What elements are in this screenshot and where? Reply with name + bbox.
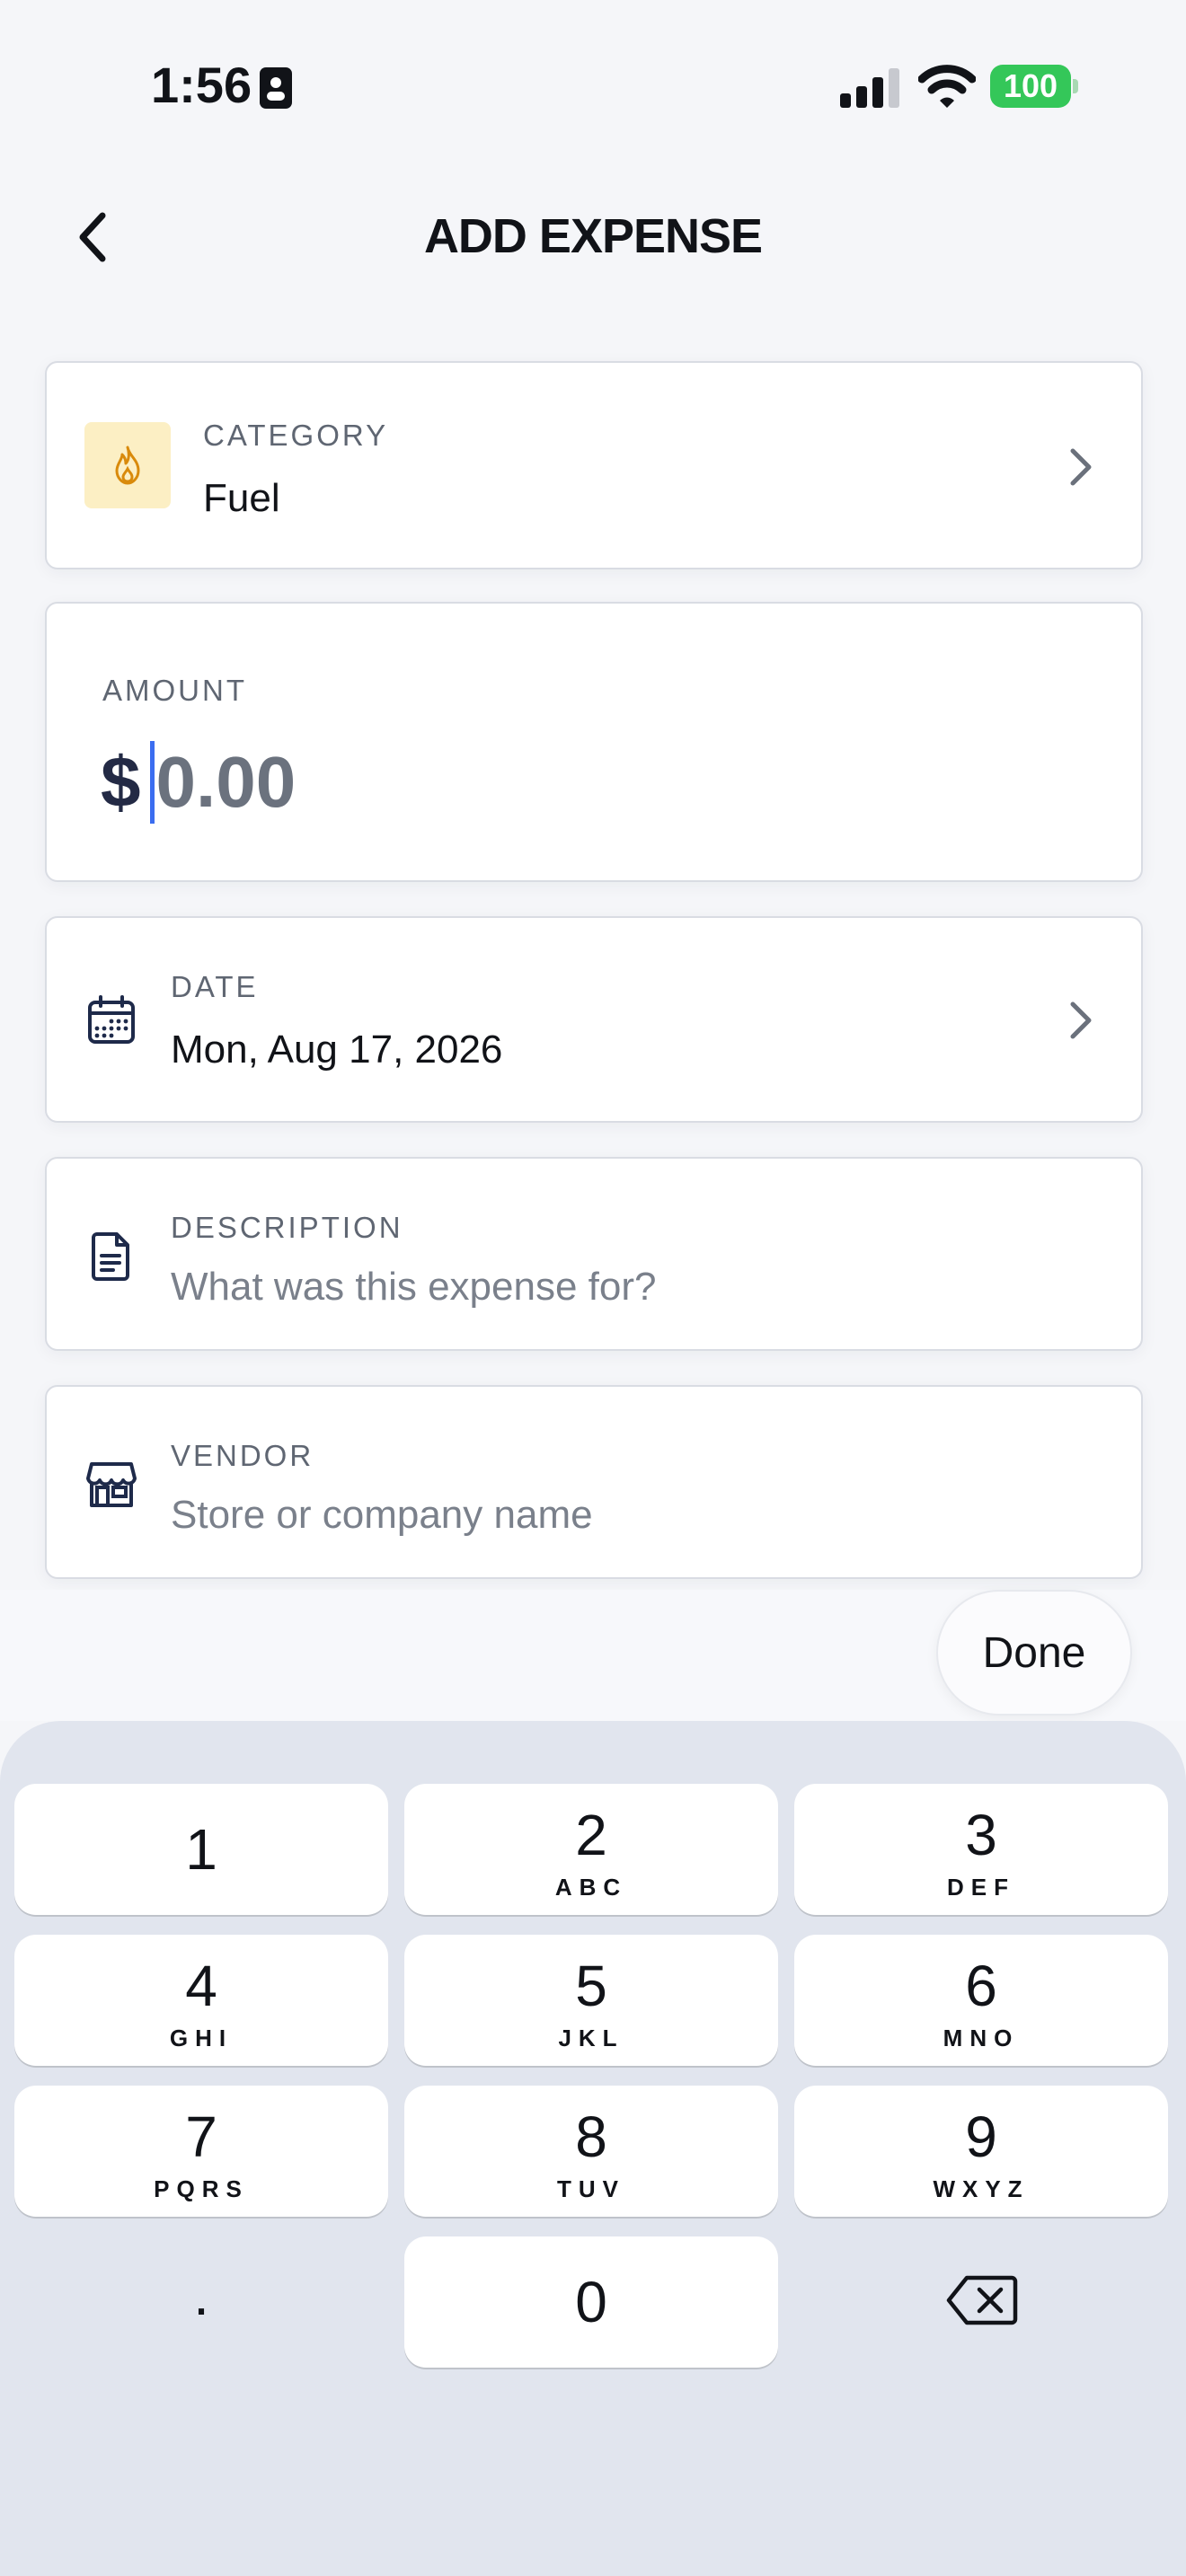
key-5[interactable]: 5 JKL [404, 1935, 778, 2066]
battery-icon: 100 [990, 65, 1078, 108]
currency-symbol: $ [101, 742, 141, 822]
vendor-input[interactable]: Store or company name [171, 1493, 593, 1538]
amount-input[interactable]: $ 0.00 [101, 733, 296, 832]
numeric-keypad: 1 2 ABC 3 DEF 4 GHI 5 JKL 6 MNO 7 PQRS 8… [0, 1721, 1186, 2576]
key-letters: JKL [558, 2025, 624, 2051]
key-letters: ABC [554, 1874, 628, 1901]
key-7[interactable]: 7 PQRS [14, 2086, 388, 2217]
cellular-signal-icon [840, 68, 899, 108]
battery-level: 100 [990, 65, 1071, 108]
key-8[interactable]: 8 TUV [404, 2086, 778, 2217]
key-3[interactable]: 3 DEF [794, 1784, 1168, 1915]
wifi-icon [918, 65, 976, 108]
key-9[interactable]: 9 WXYZ [794, 2086, 1168, 2217]
date-selector[interactable]: DATE Mon, Aug 17, 2026 [45, 916, 1143, 1123]
chevron-right-icon [1070, 1001, 1092, 1039]
flame-icon [115, 446, 140, 485]
category-icon-badge [84, 422, 171, 508]
key-digit: 8 [575, 2104, 607, 2169]
storefront-icon [86, 1462, 137, 1507]
status-bar: 1:56 100 [0, 0, 1186, 171]
screen: 1:56 100 ADD EXPENSE CATEGORY Fuel AMOUN… [0, 0, 1186, 2576]
key-digit: 6 [965, 1954, 997, 2018]
page-title: ADD EXPENSE [423, 209, 763, 263]
vendor-label: VENDOR [171, 1439, 314, 1472]
key-letters: PQRS [154, 2175, 249, 2202]
key-letters: DEF [947, 1874, 1015, 1901]
key-6[interactable]: 6 MNO [794, 1935, 1168, 2066]
description-label: DESCRIPTION [171, 1211, 403, 1244]
key-digit: 3 [965, 1803, 997, 1867]
key-4[interactable]: 4 GHI [14, 1935, 388, 2066]
description-field[interactable]: DESCRIPTION What was this expense for? [45, 1157, 1143, 1351]
key-1[interactable]: 1 [14, 1784, 388, 1915]
key-digit: . [193, 2263, 209, 2327]
document-icon [92, 1232, 129, 1281]
key-letters: MNO [943, 2025, 1020, 2051]
status-time: 1:56 [151, 57, 252, 113]
key-digit: 1 [185, 1817, 217, 1882]
key-digit: 4 [185, 1954, 217, 2018]
amount-label: AMOUNT [102, 674, 247, 707]
key-digit: 7 [185, 2104, 217, 2169]
category-label: CATEGORY [203, 419, 389, 452]
key-digit: 9 [965, 2104, 997, 2169]
date-label: DATE [171, 970, 259, 1003]
category-selector[interactable]: CATEGORY Fuel [45, 361, 1143, 569]
vendor-field[interactable]: VENDOR Store or company name [45, 1385, 1143, 1579]
amount-field[interactable]: AMOUNT $ 0.00 [45, 602, 1143, 882]
category-value: Fuel [203, 476, 280, 520]
keyboard-accessory-bar: Done [0, 1590, 1186, 1721]
key-letters: WXYZ [933, 2175, 1030, 2202]
key-letters: TUV [557, 2175, 625, 2202]
description-input[interactable]: What was this expense for? [171, 1265, 656, 1310]
key-letters: GHI [169, 2025, 234, 2051]
calendar-icon [88, 995, 135, 1044]
key-decimal[interactable]: . [14, 2236, 388, 2368]
key-digit: 2 [575, 1803, 607, 1867]
chevron-right-icon [1070, 448, 1092, 486]
text-cursor [149, 741, 155, 824]
delete-key[interactable] [794, 2236, 1168, 2368]
key-0[interactable]: 0 [404, 2236, 778, 2368]
date-value: Mon, Aug 17, 2026 [171, 1028, 503, 1072]
key-digit: 5 [575, 1954, 607, 2018]
key-digit: 0 [575, 2270, 607, 2334]
done-button[interactable]: Done [936, 1590, 1132, 1716]
contact-card-icon [260, 67, 292, 109]
key-2[interactable]: 2 ABC [404, 1784, 778, 1915]
amount-value: 0.00 [155, 742, 296, 822]
delete-backspace-icon [946, 2275, 1018, 2325]
